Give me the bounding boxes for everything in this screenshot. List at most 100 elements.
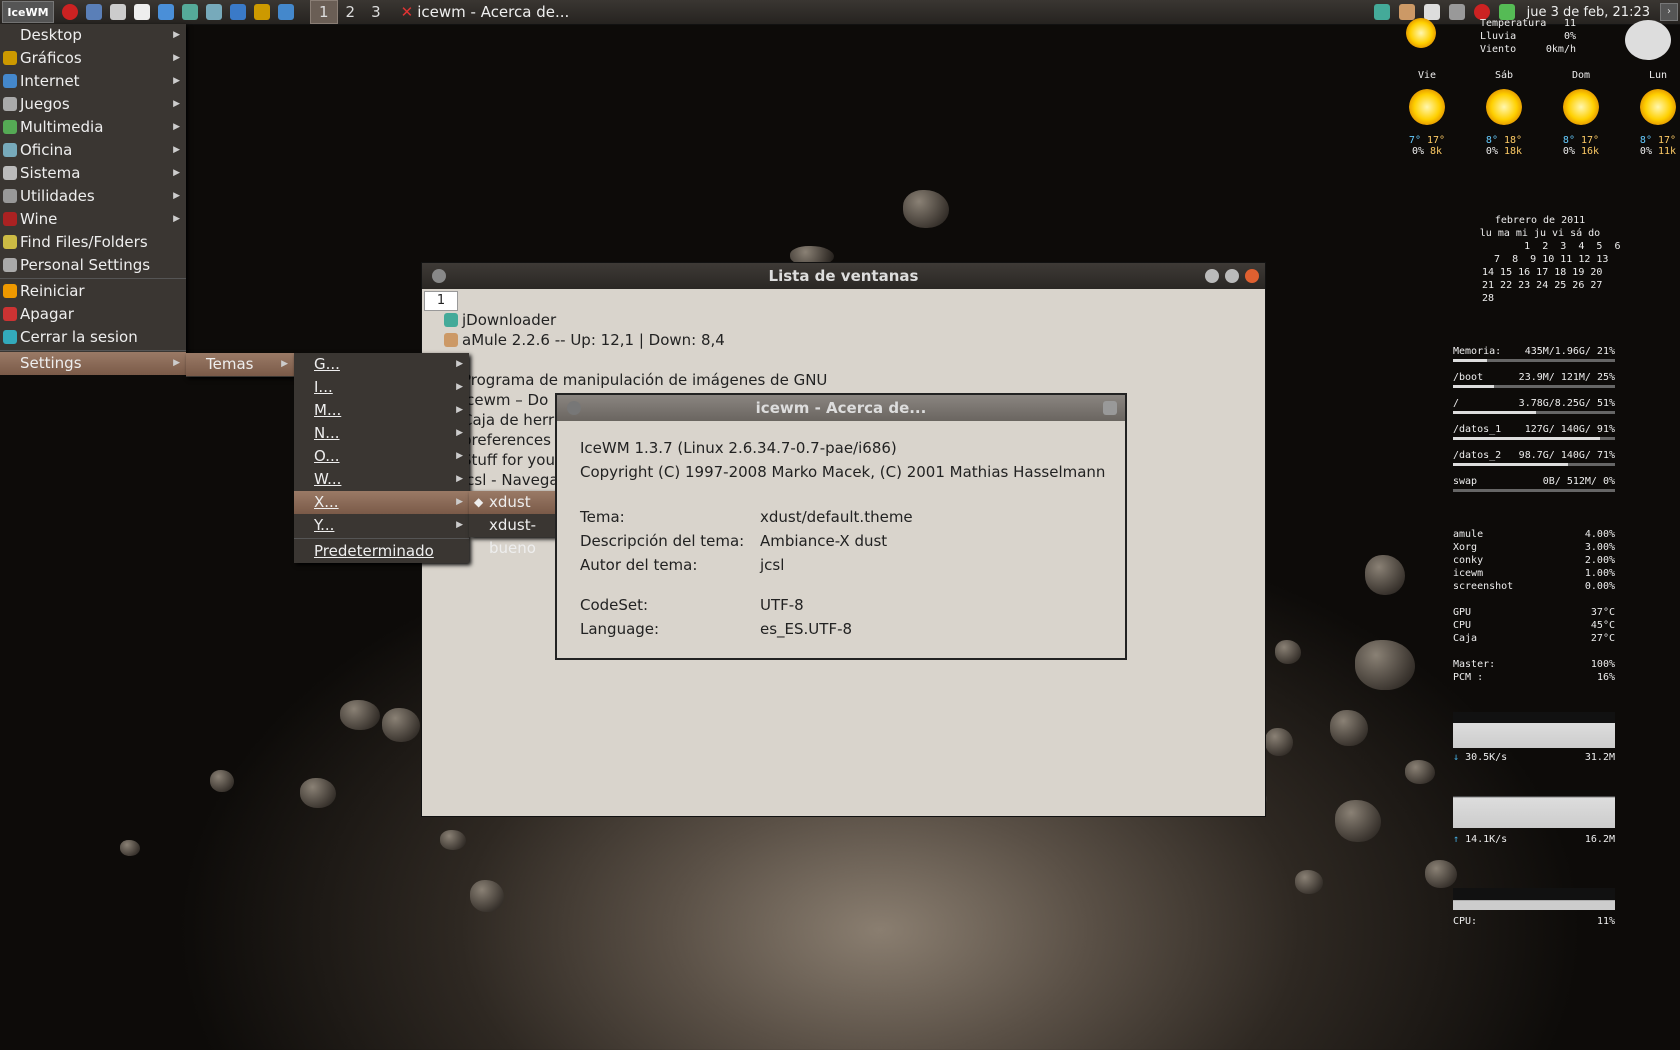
menu-item-wine[interactable]: Wine ▶	[0, 208, 186, 231]
weather-now-key: Viento	[1480, 44, 1517, 55]
menu-item-gr-ficos[interactable]: Gráficos ▶	[0, 47, 186, 70]
chevron-right-icon: ▶	[173, 30, 180, 40]
window-list-row-label: aMule 2.2.6 -- Up: 12,1 | Down: 8,4	[462, 331, 725, 349]
monitor-icon[interactable]	[230, 4, 246, 20]
about-field-value: Ambiance-X dust	[760, 532, 888, 550]
about-titlebar[interactable]: icewm - Acerca de...	[557, 395, 1125, 421]
menu-item-oficina[interactable]: Oficina ▶	[0, 139, 186, 162]
menu-item-juegos[interactable]: Juegos ▶	[0, 93, 186, 116]
menu-item-sistema[interactable]: Sistema ▶	[0, 162, 186, 185]
palette-icon[interactable]	[254, 4, 270, 20]
chevron-right-icon[interactable]: ›	[1660, 3, 1678, 21]
text-editor-icon[interactable]	[134, 4, 150, 20]
window-menu-icon[interactable]	[567, 401, 581, 415]
process-row-value: 3.00%	[1584, 542, 1615, 553]
up-arrow-icon: ↑	[1453, 834, 1460, 845]
close-icon[interactable]	[1103, 401, 1117, 415]
forecast-rain-wind: 0% 11k	[1628, 146, 1680, 157]
temperature-row: GPU 37°C	[1453, 606, 1615, 619]
window-list-titlebar[interactable]: Lista de ventanas	[422, 263, 1265, 289]
weather-now-row: Lluvia 0%	[1480, 31, 1576, 44]
selected-diamond-icon: ◆	[474, 495, 484, 509]
menu-item-label: Settings	[20, 354, 82, 372]
window-menu-icon[interactable]	[432, 269, 446, 283]
workspace-2[interactable]: 2	[338, 1, 364, 23]
theme-group-o[interactable]: O... ▶	[294, 445, 469, 468]
jdownloader-tray-icon[interactable]	[1373, 4, 1390, 20]
window-list-row[interactable]: jDownloader	[444, 311, 556, 329]
menu-item-settings[interactable]: Settings ▶	[0, 352, 186, 375]
process-row-value: 0.00%	[1584, 581, 1615, 592]
disk-value: 127G/ 140G/ 91%	[1524, 424, 1615, 435]
minimize-icon[interactable]	[1205, 269, 1219, 283]
workspace-3[interactable]: 3	[363, 1, 389, 23]
maximize-icon[interactable]	[1225, 269, 1239, 283]
theme-group-w[interactable]: W... ▶	[294, 468, 469, 491]
volume-icon[interactable]	[1448, 4, 1465, 20]
menu-item-personal-settings[interactable]: Personal Settings	[0, 254, 186, 277]
amule-tray-icon[interactable]	[1398, 4, 1415, 20]
menu-item-cerrar-la-sesion[interactable]: Cerrar la sesion	[0, 326, 186, 349]
close-icon[interactable]	[1245, 269, 1259, 283]
about-dialog[interactable]: icewm - Acerca de... IceWM 1.3.7 (Linux …	[555, 393, 1127, 660]
workspace-entry[interactable]: 1	[424, 291, 458, 311]
forecast-rain-wind: 0% 16k	[1551, 146, 1611, 157]
menu-item-desktop[interactable]: Desktop ▶	[0, 24, 186, 47]
workspace-1[interactable]: 1	[310, 0, 338, 24]
calendar-week: 14 15 16 17 18 19 20	[1482, 267, 1603, 278]
chevron-right-icon: ▶	[173, 214, 180, 224]
menu-item-multimedia[interactable]: Multimedia ▶	[0, 116, 186, 139]
theme-group-label: Y...	[314, 516, 335, 534]
menu-item-apagar[interactable]: Apagar	[0, 303, 186, 326]
menu-item-reiniciar[interactable]: Reiniciar	[0, 280, 186, 303]
cube-icon[interactable]	[158, 4, 174, 20]
menu-item-label: Reiniciar	[20, 282, 85, 300]
home-icon[interactable]	[278, 4, 294, 20]
theme-group-x[interactable]: X... ▶	[294, 491, 469, 514]
compass-icon	[1625, 20, 1671, 60]
menu-item-label: Oficina	[20, 141, 73, 159]
volume-row-value: 16%	[1596, 672, 1615, 683]
menu-item-temas[interactable]: Temas ▶	[186, 353, 294, 376]
cpu-graph	[1453, 888, 1615, 910]
jdownloader-icon	[444, 313, 458, 327]
upload-total: 16.2M	[1584, 834, 1615, 845]
sun-icon	[1409, 89, 1445, 125]
tools-icon	[3, 189, 17, 203]
window-list-row[interactable]: aMule 2.2.6 -- Up: 12,1 | Down: 8,4	[444, 331, 725, 349]
process-row-key: conky	[1453, 555, 1484, 566]
file-manager-icon[interactable]	[86, 4, 102, 20]
disk-label: swap	[1453, 476, 1478, 487]
theme-group-n[interactable]: N... ▶	[294, 422, 469, 445]
icewm-start-button[interactable]: IceWM	[2, 1, 54, 23]
window-list-row[interactable]: Programa de manipulación de imágenes de …	[444, 371, 827, 389]
sun-icon	[1640, 89, 1676, 125]
theme-group-predeterminado[interactable]: Predeterminado	[294, 540, 469, 563]
taskbar-task-about[interactable]: ✕ icewm - Acerca de...	[401, 3, 570, 21]
menu-item-find-files-folders[interactable]: Find Files/Folders	[0, 231, 186, 254]
globe-icon[interactable]	[206, 4, 222, 20]
window-list-title: Lista de ventanas	[768, 267, 919, 285]
window-list-row-label: preferences	[462, 431, 551, 449]
menu-item-internet[interactable]: Internet ▶	[0, 70, 186, 93]
forecast-low: 8°	[1639, 135, 1652, 146]
theme-group-g[interactable]: G... ▶	[294, 353, 469, 376]
forecast-day-name: Vie	[1417, 70, 1437, 81]
volume-row: PCM : 16%	[1453, 671, 1615, 684]
forecast-wind: 11k	[1658, 146, 1677, 157]
forecast-rain-wind: 0% 8k	[1397, 146, 1457, 157]
menu-item-utilidades[interactable]: Utilidades ▶	[0, 185, 186, 208]
opera-icon[interactable]	[62, 4, 78, 20]
palette-icon	[3, 51, 17, 65]
forecast-day-name: Lun	[1648, 70, 1668, 81]
chevron-right-icon: ▶	[456, 474, 463, 484]
network-icon[interactable]	[182, 4, 198, 20]
theme-group-y[interactable]: Y... ▶	[294, 514, 469, 537]
menu-item-label: Multimedia	[20, 118, 104, 136]
about-field-key: Descripción del tema:	[580, 532, 745, 550]
gimp-icon[interactable]	[110, 4, 126, 20]
theme-group-i[interactable]: I... ▶	[294, 376, 469, 399]
clipboard-icon[interactable]	[1423, 4, 1440, 20]
process-row: amule 4.00%	[1453, 528, 1615, 541]
theme-group-m[interactable]: M... ▶	[294, 399, 469, 422]
